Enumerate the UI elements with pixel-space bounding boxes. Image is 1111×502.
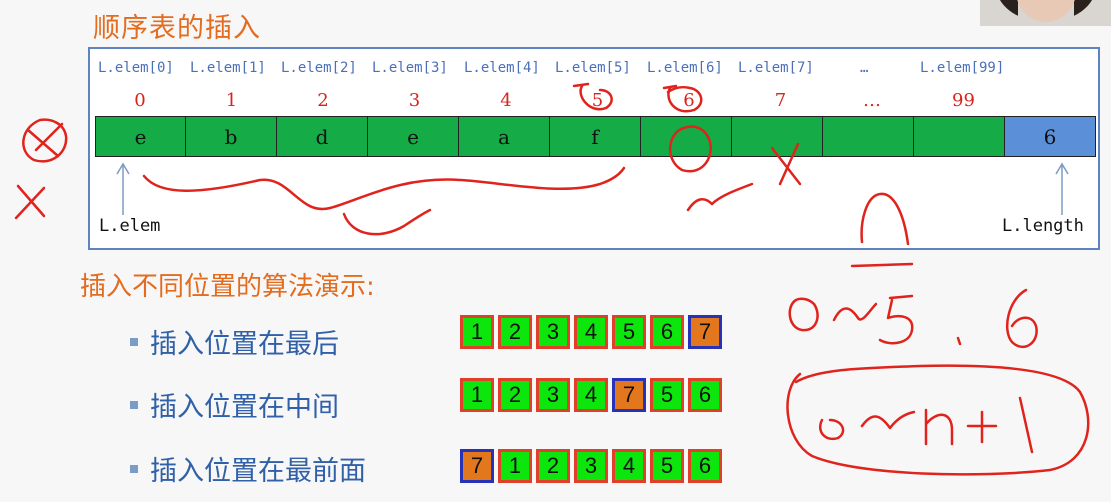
elem-label: L.elem[7]: [738, 60, 814, 76]
array-cell: a: [459, 116, 550, 157]
demo-cell: 3: [536, 378, 570, 412]
inserted-cell: 7: [612, 378, 646, 412]
ink-underline-n: [850, 262, 914, 268]
elem-label: L.elem[3]: [372, 60, 448, 76]
elem-label: L.elem[99]: [920, 60, 1005, 76]
ink-zero-1: [788, 297, 819, 332]
elem-label: L.elem[4]: [464, 60, 540, 76]
elem-label: L.elem[6]: [647, 60, 723, 76]
length-cell: 6: [1005, 116, 1096, 157]
demo-cell: 6: [688, 449, 722, 483]
index-label: 7: [774, 90, 787, 111]
webcam-overlay: [980, 0, 1111, 26]
bullet-icon: [130, 337, 138, 346]
ink-scribble-left: [22, 118, 68, 163]
index-label: 99: [952, 90, 975, 111]
demo-row-last: 1234567: [460, 315, 726, 349]
ink-comma: [956, 336, 962, 346]
demo-cell: 5: [650, 378, 684, 412]
pointer-length-label: L.length: [1002, 216, 1084, 236]
demo-cell: 6: [688, 378, 722, 412]
array-cell: b: [186, 116, 277, 157]
elem-label: L.elem[2]: [281, 60, 357, 76]
array-cells: ebdeaf6: [95, 116, 1096, 157]
index-label: 5: [591, 90, 604, 111]
demo-label-middle: 插入位置在中间: [130, 385, 339, 424]
demo-label-last: 插入位置在最后: [130, 322, 339, 361]
ink-one: [1018, 396, 1034, 454]
ink-six: [1005, 288, 1038, 349]
array-cell: [641, 116, 732, 157]
array-cell: [732, 116, 823, 157]
demo-cell: 2: [536, 449, 570, 483]
page-title: 顺序表的插入: [93, 13, 261, 44]
elem-label: …: [860, 60, 869, 76]
ink-x-left: [14, 184, 46, 220]
demo-cell: 3: [574, 449, 608, 483]
demo-cell: 5: [612, 315, 646, 349]
ink-five: [878, 294, 914, 345]
index-label: 1: [225, 90, 238, 111]
index-label: 6: [683, 90, 695, 111]
demo-row-front: 7123456: [460, 449, 726, 483]
demo-subtitle: 插入不同位置的算法演示:: [80, 272, 375, 302]
array-cell: [823, 116, 914, 157]
elem-label: L.elem[1]: [190, 60, 266, 76]
demo-cell: 4: [574, 378, 608, 412]
demo-cell: 5: [650, 449, 684, 483]
index-label: 4: [500, 90, 512, 111]
pointer-elem-label: L.elem: [99, 216, 161, 236]
index-label: 2: [317, 90, 329, 111]
index-label: …: [863, 90, 881, 111]
demo-label-front: 插入位置在最前面: [130, 449, 366, 488]
demo-cell: 1: [460, 378, 494, 412]
ink-oval: [786, 364, 1090, 476]
ink-n-2: [924, 408, 954, 446]
demo-cell: 2: [498, 378, 532, 412]
demo-cell: 1: [498, 449, 532, 483]
index-label: 0: [134, 90, 146, 111]
array-cell: d: [277, 116, 368, 157]
demo-cell: 6: [650, 315, 684, 349]
demo-cell: 3: [536, 315, 570, 349]
inserted-cell: 7: [460, 449, 494, 483]
ink-zero-2: [819, 418, 845, 441]
array-cell: e: [368, 116, 459, 157]
elem-label: L.elem[0]: [98, 60, 174, 76]
elem-label: L.elem[5]: [555, 60, 631, 76]
bullet-icon: [130, 464, 138, 473]
ink-plus: [966, 410, 998, 444]
demo-cell: 1: [460, 315, 494, 349]
array-cell: f: [550, 116, 641, 157]
demo-cell: 4: [612, 449, 646, 483]
demo-row-middle: 1234756: [460, 378, 726, 412]
inserted-cell: 7: [688, 315, 722, 349]
demo-cell: 4: [574, 315, 608, 349]
demo-cell: 2: [498, 315, 532, 349]
bullet-icon: [130, 400, 138, 409]
index-label: 3: [408, 90, 421, 111]
array-cell: [914, 116, 1005, 157]
array-cell: e: [95, 116, 186, 157]
